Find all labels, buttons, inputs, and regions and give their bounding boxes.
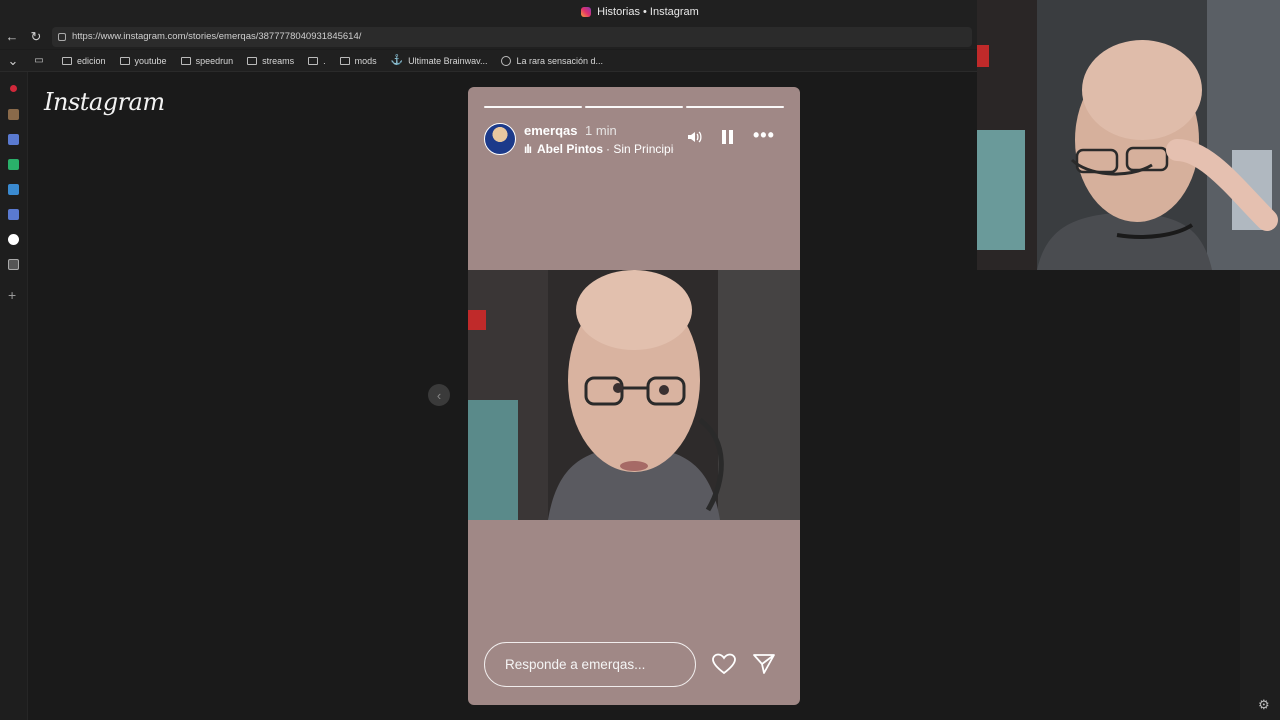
reply-input[interactable]: Responde a emerqas... <box>484 642 696 687</box>
bookmark-streams[interactable]: streams <box>247 56 294 66</box>
window-title: Historias • Instagram <box>597 6 699 18</box>
sidebar-app-icon[interactable] <box>8 234 19 245</box>
story-viewer: emerqas 1 min ılı Abel Pintos · Sin Prin… <box>468 87 800 705</box>
bookmark-youtube[interactable]: youtube <box>119 56 167 66</box>
avatar[interactable] <box>484 123 516 155</box>
browser-sidebar: + <box>0 72 28 720</box>
progress-segment <box>585 106 683 108</box>
previous-story-button[interactable]: ‹ <box>428 384 450 406</box>
folder-icon <box>180 56 191 65</box>
bookmark-speedrun[interactable]: speedrun <box>180 56 233 66</box>
tab-list-icon[interactable]: ▭ <box>26 49 52 73</box>
story-photo <box>468 270 800 520</box>
pause-icon[interactable] <box>722 130 734 144</box>
folder-icon <box>119 56 130 65</box>
story-time: 1 min <box>585 123 617 138</box>
back-arrow-icon[interactable]: ← <box>0 25 24 49</box>
instagram-favicon-icon <box>581 7 592 17</box>
folder-icon <box>62 56 72 65</box>
sidebar-app-icon[interactable] <box>8 134 19 145</box>
add-icon[interactable]: + <box>8 287 16 303</box>
right-scroll-column <box>1240 270 1280 720</box>
story-username[interactable]: emerqas <box>524 123 577 138</box>
music-bars-icon: ılı <box>524 142 532 156</box>
progress-segment <box>484 106 582 108</box>
chevron-down-icon[interactable]: ⌄ <box>0 49 26 73</box>
folder-icon <box>339 56 350 65</box>
bookmark-mods[interactable]: mods <box>339 56 377 66</box>
send-icon[interactable] <box>752 653 776 675</box>
heart-icon[interactable] <box>712 653 736 675</box>
music-song: · Sin Principio <box>606 142 674 156</box>
sidebar-app-icon[interactable] <box>8 184 19 195</box>
sidebar-app-icon[interactable] <box>8 109 19 120</box>
folder-icon <box>247 56 258 65</box>
anchor-icon: ⚓ <box>390 55 404 66</box>
story-progress <box>484 106 784 108</box>
bookmark-dot[interactable]: . <box>308 56 326 66</box>
bookmark-ultimate-brainwave[interactable]: ⚓ Ultimate Brainwav... <box>391 55 488 66</box>
instagram-logo[interactable]: Instagram <box>44 88 165 116</box>
url-field[interactable]: https://www.instagram.com/stories/emerqa… <box>52 26 972 47</box>
reload-icon[interactable]: ↻ <box>24 25 48 49</box>
sidebar-app-icon[interactable] <box>8 259 19 270</box>
lock-icon <box>58 32 66 41</box>
more-options-icon[interactable]: ••• <box>753 125 775 146</box>
webcam-overlay <box>977 0 1280 270</box>
globe-icon <box>501 55 512 66</box>
bookmark-edicion[interactable]: edicion <box>62 56 106 66</box>
sidebar-app-icon[interactable] <box>8 159 19 170</box>
gear-icon[interactable]: ⚙ <box>1258 697 1270 713</box>
progress-segment <box>686 106 784 108</box>
url-text: https://www.instagram.com/stories/emerqa… <box>72 31 362 42</box>
folder-icon <box>308 56 319 65</box>
sidebar-app-icon[interactable] <box>10 85 17 92</box>
sound-icon[interactable] <box>686 129 702 148</box>
music-artist: Abel Pintos <box>537 142 604 156</box>
bookmark-la-rara-sensacion[interactable]: La rara sensación d... <box>501 55 603 66</box>
sidebar-app-icon[interactable] <box>8 209 19 220</box>
music-info[interactable]: ılı Abel Pintos · Sin Principio <box>524 142 674 156</box>
